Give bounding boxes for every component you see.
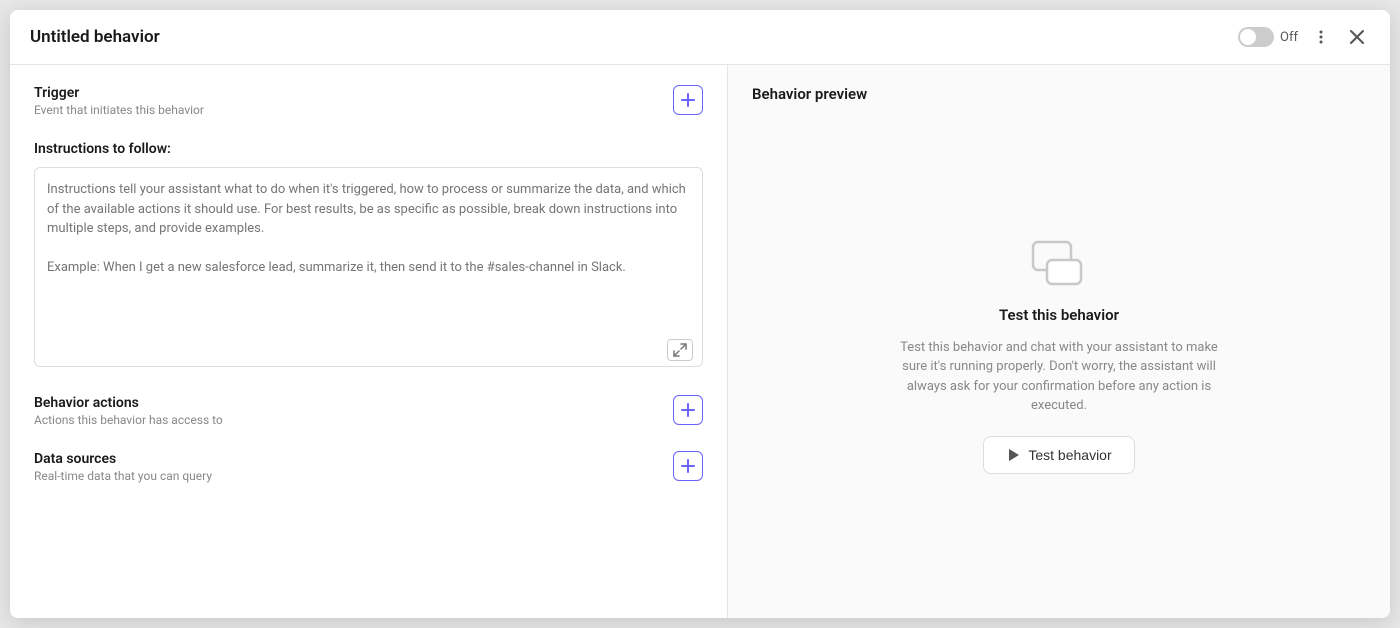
add-trigger-button[interactable] [673, 85, 703, 115]
modal-title: Untitled behavior [30, 27, 160, 47]
trigger-title: Trigger [34, 85, 204, 101]
toggle-container: Off [1238, 27, 1298, 47]
behavior-modal: Untitled behavior Off [10, 10, 1390, 618]
textarea-wrapper [34, 167, 703, 371]
trigger-subtitle: Event that initiates this behavior [34, 103, 204, 117]
instructions-textarea[interactable] [34, 167, 703, 367]
right-panel-title: Behavior preview [752, 85, 1366, 103]
behavior-actions-text: Behavior actions Actions this behavior h… [34, 395, 223, 427]
instructions-section: Instructions to follow: [34, 141, 703, 371]
add-behavior-action-button[interactable] [673, 395, 703, 425]
more-vertical-icon [1312, 28, 1330, 46]
trigger-section-text: Trigger Event that initiates this behavi… [34, 85, 204, 117]
behavior-actions-header: Behavior actions Actions this behavior h… [34, 395, 703, 427]
more-options-button[interactable] [1308, 24, 1334, 50]
behavior-actions-section: Behavior actions Actions this behavior h… [34, 395, 703, 427]
preview-content: Test this behavior Test this behavior an… [752, 115, 1366, 598]
trigger-section-header: Trigger Event that initiates this behavi… [34, 85, 703, 117]
plus-icon [680, 402, 696, 418]
data-sources-header: Data sources Real-time data that you can… [34, 451, 703, 483]
modal-body: Trigger Event that initiates this behavi… [10, 65, 1390, 618]
test-behavior-button[interactable]: Test behavior [983, 436, 1134, 474]
trigger-section: Trigger Event that initiates this behavi… [34, 85, 703, 117]
plus-icon [680, 92, 696, 108]
preview-description: Test this behavior and chat with your as… [889, 338, 1229, 416]
preview-title: Test this behavior [999, 306, 1119, 324]
toggle-label: Off [1280, 30, 1298, 45]
expand-textarea-button[interactable] [667, 339, 693, 361]
test-button-label: Test behavior [1028, 447, 1111, 463]
add-data-source-button[interactable] [673, 451, 703, 481]
data-sources-subtitle: Real-time data that you can query [34, 469, 212, 483]
data-sources-section: Data sources Real-time data that you can… [34, 451, 703, 483]
close-icon [1348, 28, 1366, 46]
expand-icon [673, 343, 687, 357]
chat-bubbles-icon [1031, 240, 1087, 292]
behavior-actions-title: Behavior actions [34, 395, 223, 411]
data-sources-title: Data sources [34, 451, 212, 467]
modal-header: Untitled behavior Off [10, 10, 1390, 65]
close-button[interactable] [1344, 24, 1370, 50]
right-panel: Behavior preview Test this behavior Test… [728, 65, 1390, 618]
plus-icon [680, 458, 696, 474]
header-actions: Off [1238, 24, 1370, 50]
data-sources-text: Data sources Real-time data that you can… [34, 451, 212, 483]
instructions-label: Instructions to follow: [34, 141, 703, 157]
toggle-switch[interactable] [1238, 27, 1274, 47]
left-panel: Trigger Event that initiates this behavi… [10, 65, 728, 618]
behavior-actions-subtitle: Actions this behavior has access to [34, 413, 223, 427]
play-icon [1006, 448, 1020, 462]
